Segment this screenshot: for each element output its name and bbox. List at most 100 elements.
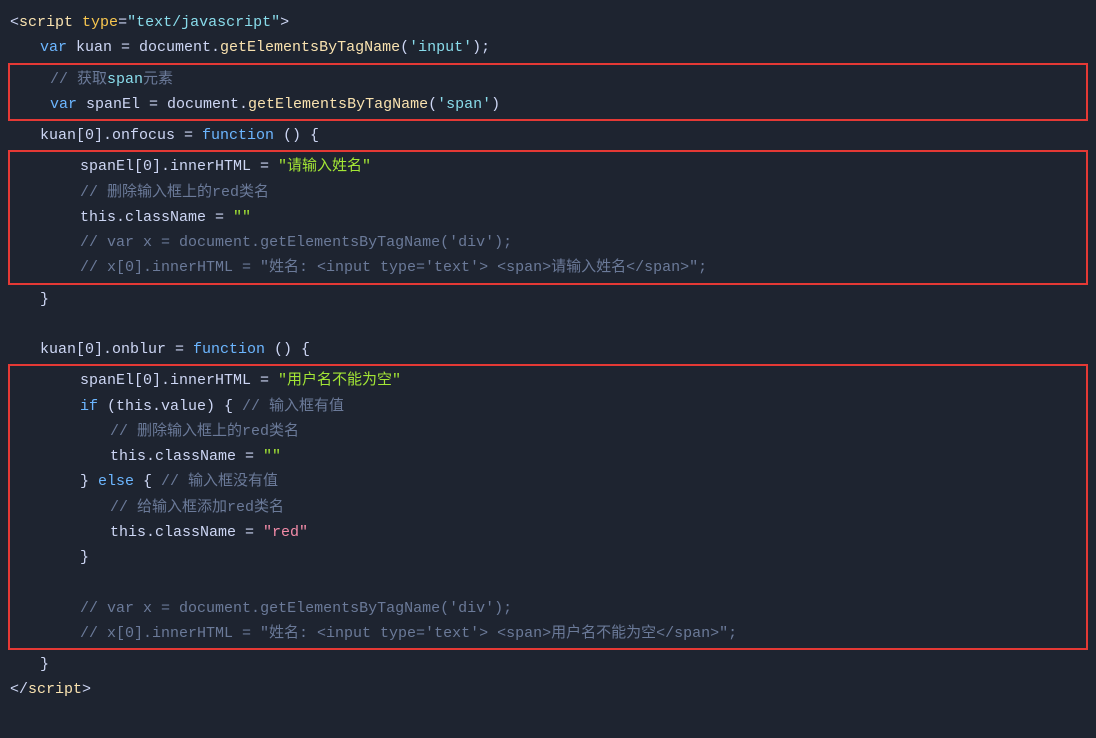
code-token: ( — [428, 93, 437, 116]
code-token: this.className = — [110, 445, 263, 468]
code-line: // 删除输入框上的red类名 — [10, 180, 1086, 205]
code-line: } else { // 输入框没有值 — [10, 469, 1086, 494]
code-line: spanEl[0].innerHTML = "请输入姓名" — [10, 154, 1086, 179]
code-line: this.className = "" — [10, 205, 1086, 230]
code-line: // 获取span元素 — [10, 67, 1086, 92]
code-token: kuan[0].onfocus = — [40, 124, 202, 147]
code-token: x = document. — [134, 231, 260, 254]
code-token: var — [107, 597, 134, 620]
code-token: else — [98, 470, 134, 493]
code-token: span — [674, 622, 710, 645]
code-line: } — [0, 287, 1096, 312]
code-line: // 删除输入框上的red类名 — [10, 419, 1086, 444]
code-token: // 删除输入框上的red类名 — [80, 181, 269, 204]
code-token: type='text' — [380, 256, 479, 279]
code-token: </ — [10, 678, 28, 701]
code-line: } — [0, 652, 1096, 677]
code-line — [0, 312, 1096, 337]
code-token: 元素 — [143, 68, 173, 91]
code-token: >用户名不能为空</ — [542, 622, 674, 645]
code-token: var — [50, 93, 77, 116]
code-token: // x[0].innerHTML = "姓名: <input — [80, 622, 380, 645]
code-token: >"; — [680, 256, 707, 279]
code-token: kuan[0].onblur = — [40, 338, 193, 361]
code-token: span — [506, 622, 542, 645]
code-token: // 获取 — [50, 68, 107, 91]
code-line: this.className = "" — [10, 444, 1086, 469]
code-line: if (this.value) { // 输入框有值 — [10, 394, 1086, 419]
code-editor: <script type="text/javascript"> var kuan… — [0, 0, 1096, 713]
code-token: > — [280, 11, 289, 34]
code-token: "用户名不能为空" — [278, 369, 401, 392]
code-token: span — [506, 256, 542, 279]
code-token: getElementsByTagName — [220, 36, 400, 59]
code-line: kuan[0].onblur = function () { — [0, 337, 1096, 362]
code-token: kuan = document. — [67, 36, 220, 59]
code-token — [73, 11, 82, 34]
code-token: var — [40, 36, 67, 59]
code-token: script — [19, 11, 73, 34]
code-token: // 输入框没有值 — [161, 470, 278, 493]
code-token: (this.value) { — [98, 395, 242, 418]
code-token: span — [107, 68, 143, 91]
code-token: getElementsByTagName — [260, 597, 440, 620]
code-line: <script type="text/javascript"> — [0, 10, 1096, 35]
code-token: > — [82, 678, 91, 701]
code-token: function — [193, 338, 265, 361]
code-token: var — [107, 231, 134, 254]
code-token: // 输入框有值 — [242, 395, 344, 418]
code-line: // 给输入框添加red类名 — [10, 495, 1086, 520]
code-token: } — [80, 546, 89, 569]
code-line: </script> — [0, 677, 1096, 702]
code-token: > < — [479, 256, 506, 279]
code-token: span — [644, 256, 680, 279]
code-token: script — [28, 678, 82, 701]
code-token: getElementsByTagName — [260, 231, 440, 254]
code-token: = — [118, 11, 127, 34]
code-line: // x[0].innerHTML = "姓名: <input type='te… — [10, 621, 1086, 646]
code-token: } — [80, 470, 98, 493]
code-token: spanEl[0].innerHTML = — [80, 155, 278, 178]
code-token: "" — [233, 206, 251, 229]
code-token: } — [40, 653, 49, 676]
code-token: // 删除输入框上的red类名 — [110, 420, 299, 443]
code-token: "请输入姓名" — [278, 155, 371, 178]
code-token: if — [80, 395, 98, 418]
code-token: ('div'); — [440, 597, 512, 620]
code-token: this.className = — [80, 206, 233, 229]
code-token: spanEl = document. — [77, 93, 248, 116]
code-token: "text/javascript" — [127, 11, 280, 34]
code-token: } — [40, 288, 49, 311]
code-line: // var x = document.getElementsByTagName… — [10, 596, 1086, 621]
code-line: // x[0].innerHTML = "姓名: <input type='te… — [10, 255, 1086, 280]
code-line: this.className = "red" — [10, 520, 1086, 545]
code-token: this.className = — [110, 521, 263, 544]
code-token: "" — [263, 445, 281, 468]
highlight-box-3: spanEl[0].innerHTML = "用户名不能为空" if (this… — [8, 364, 1088, 650]
code-line — [10, 570, 1086, 595]
code-token: "姓名: <input — [260, 256, 380, 279]
code-token: 'span' — [437, 93, 491, 116]
code-token: // — [80, 597, 107, 620]
code-token: ( — [440, 231, 449, 254]
code-token: // 给输入框添加red类名 — [110, 496, 284, 519]
code-token: // x[0].innerHTML = — [80, 256, 260, 279]
highlight-box-1: // 获取span元素 var spanEl = document.getEle… — [8, 63, 1088, 122]
code-line: } — [10, 545, 1086, 570]
code-token: '> < — [470, 622, 506, 645]
code-token: >请输入姓名</ — [542, 256, 644, 279]
code-token: () { — [265, 338, 310, 361]
code-token: type=' — [380, 622, 434, 645]
code-token: function — [202, 124, 274, 147]
code-token: x = document. — [134, 597, 260, 620]
code-token: 'div' — [449, 231, 494, 254]
code-token: ) — [491, 93, 500, 116]
code-line: var spanEl = document.getElementsByTagNa… — [10, 92, 1086, 117]
code-token: { — [134, 470, 161, 493]
code-token: spanEl[0].innerHTML = — [80, 369, 278, 392]
highlight-box-2: spanEl[0].innerHTML = "请输入姓名" // 删除输入框上的… — [8, 150, 1088, 284]
code-line: spanEl[0].innerHTML = "用户名不能为空" — [10, 368, 1086, 393]
code-token: // — [80, 231, 107, 254]
code-line: var kuan = document.getElementsByTagName… — [0, 35, 1096, 60]
code-line: kuan[0].onfocus = function () { — [0, 123, 1096, 148]
